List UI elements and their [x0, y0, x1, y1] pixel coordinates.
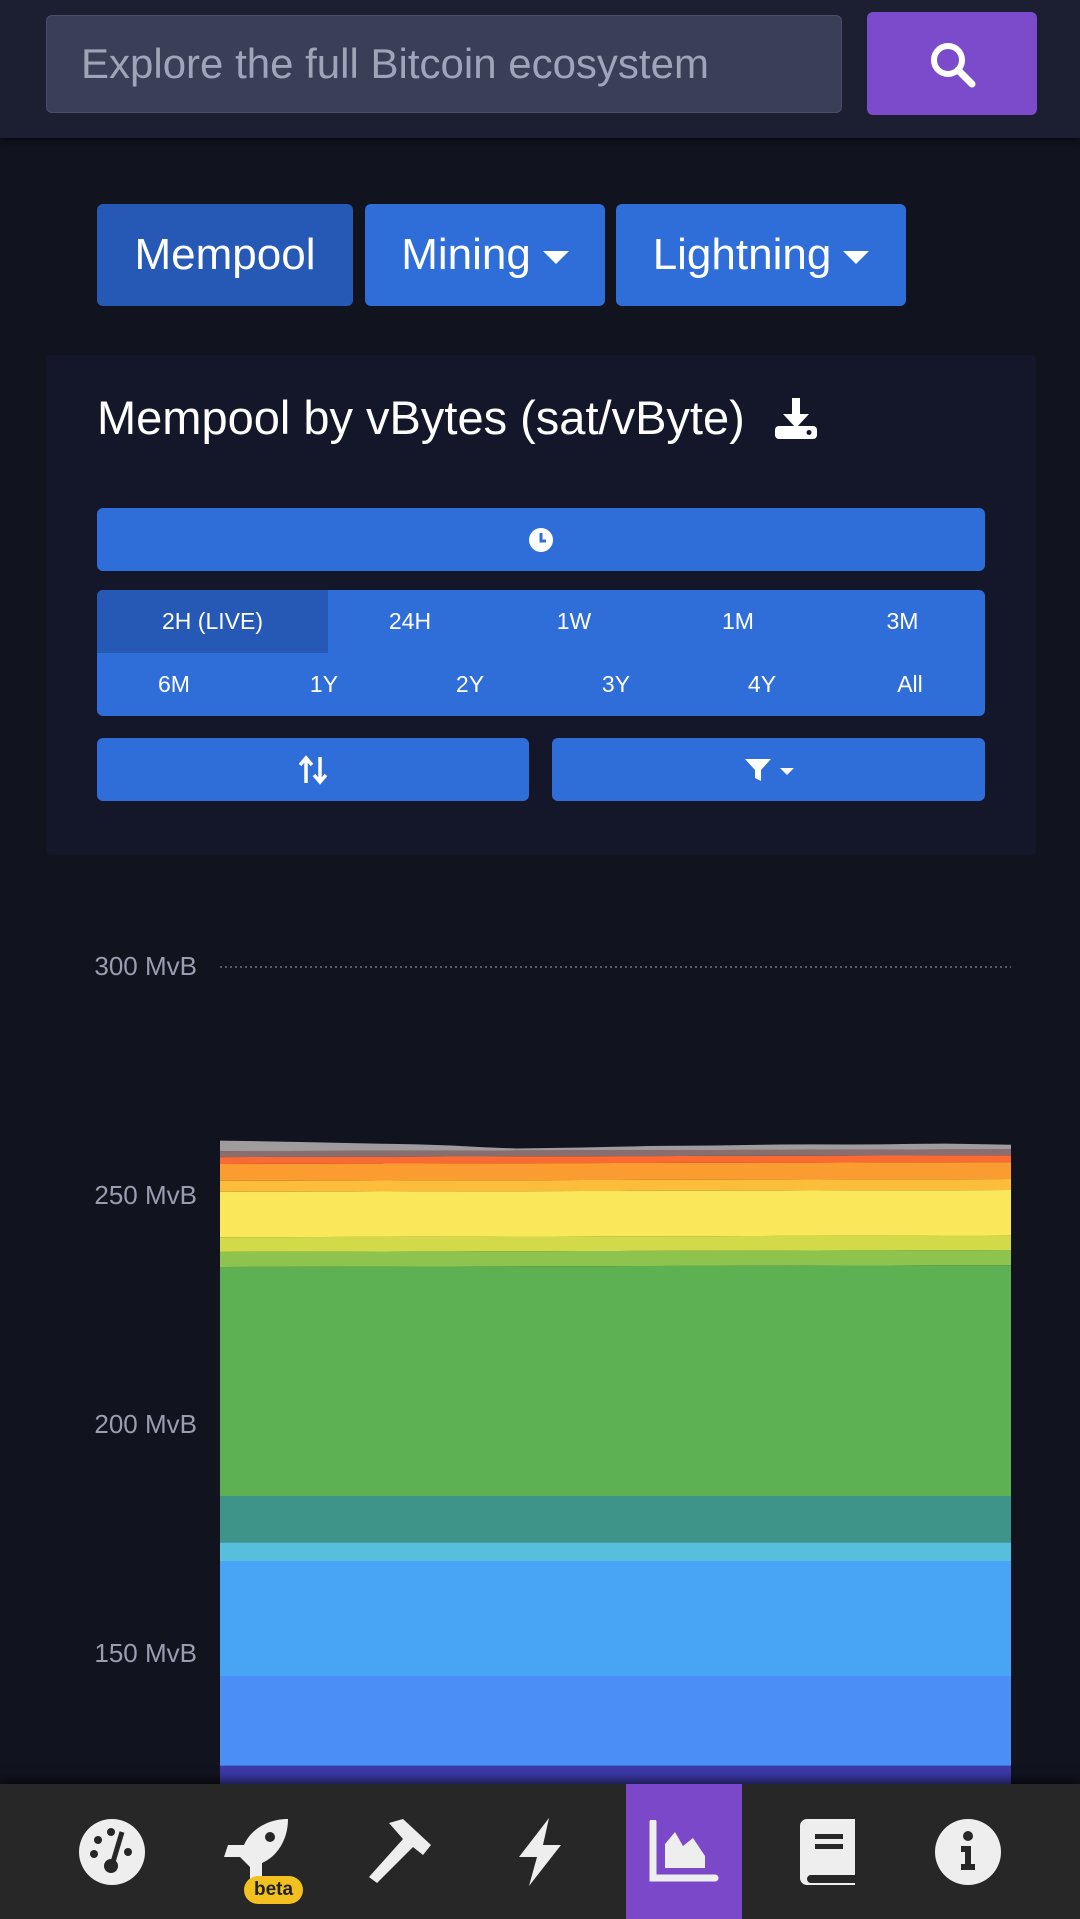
nav-label: Mining: [401, 230, 531, 279]
y-tick-label: 250 MvB: [94, 1180, 197, 1210]
info-icon: [935, 1818, 1001, 1885]
area-series-5: [220, 1265, 1011, 1496]
page-title: Mempool by vBytes (sat/vByte): [97, 390, 819, 445]
beta-badge: beta: [244, 1876, 304, 1904]
y-tick-label: 300 MvB: [94, 951, 197, 981]
area-series-0: [220, 1765, 1011, 1784]
tab-about[interactable]: [910, 1784, 1026, 1919]
nav-lightning[interactable]: Lightning: [616, 204, 906, 306]
book-icon: [800, 1818, 855, 1885]
bottom-tab-bar: [0, 1784, 1080, 1919]
search-icon: [931, 42, 976, 87]
search-input[interactable]: [46, 15, 842, 113]
area-series-4: [220, 1495, 1011, 1543]
time-button[interactable]: [97, 508, 985, 571]
gauge-icon: [79, 1818, 145, 1885]
range-1y[interactable]: 1Y: [251, 653, 397, 716]
range-1w[interactable]: 1W: [492, 590, 656, 653]
area-series-9: [220, 1179, 1011, 1192]
nav-label: Mempool: [134, 230, 316, 279]
graph-title: Mempool by vBytes (sat/vByte): [97, 391, 745, 444]
range-2h[interactable]: 2H (LIVE): [97, 590, 328, 653]
search-button[interactable]: [867, 12, 1037, 115]
chart-area-icon: [649, 1819, 719, 1881]
caret-down-icon: [779, 768, 794, 775]
area-series-6: [220, 1250, 1011, 1267]
tab-dashboard[interactable]: [54, 1784, 170, 1919]
filter-button[interactable]: [552, 738, 985, 801]
tab-lightning[interactable]: [482, 1784, 598, 1919]
range-3m[interactable]: 3M: [820, 590, 985, 653]
area-series-3: [220, 1542, 1011, 1562]
y-tick-label: 200 MvB: [94, 1409, 197, 1439]
range-6m[interactable]: 6M: [97, 653, 251, 716]
area-series-13: [220, 1140, 1011, 1152]
nav-mempool[interactable]: Mempool: [97, 204, 353, 306]
range-2y[interactable]: 2Y: [397, 653, 543, 716]
download-icon[interactable]: [773, 396, 819, 440]
tab-docs[interactable]: [770, 1784, 886, 1919]
area-series-8: [220, 1190, 1011, 1238]
range-3y[interactable]: 3Y: [543, 653, 689, 716]
range-4y[interactable]: 4Y: [689, 653, 835, 716]
area-series-7: [220, 1235, 1011, 1252]
caret-down-icon: [542, 250, 569, 264]
invert-sort-button[interactable]: [97, 738, 529, 801]
nav-label: Lightning: [652, 230, 832, 279]
caret-down-icon: [843, 250, 870, 264]
tab-tools[interactable]: [339, 1784, 455, 1919]
bolt-icon: [519, 1817, 561, 1886]
y-tick-label: 150 MvB: [94, 1638, 197, 1668]
area-series-1: [220, 1675, 1011, 1766]
sort-arrows-icon: [299, 754, 327, 785]
filter-icon: [744, 758, 771, 781]
tab-graphs[interactable]: [626, 1784, 742, 1919]
range-selector: 2H (LIVE) 24H 1W 1M 3M 6M 1Y 2Y 3Y 4Y Al…: [97, 590, 985, 716]
range-all[interactable]: All: [835, 653, 985, 716]
clock-icon: [529, 527, 553, 552]
range-1m[interactable]: 1M: [656, 590, 820, 653]
area-series-10: [220, 1162, 1011, 1181]
hammer-icon: [369, 1818, 431, 1883]
range-24h[interactable]: 24H: [328, 590, 492, 653]
area-series-2: [220, 1561, 1011, 1676]
nav-mining[interactable]: Mining: [365, 204, 605, 306]
